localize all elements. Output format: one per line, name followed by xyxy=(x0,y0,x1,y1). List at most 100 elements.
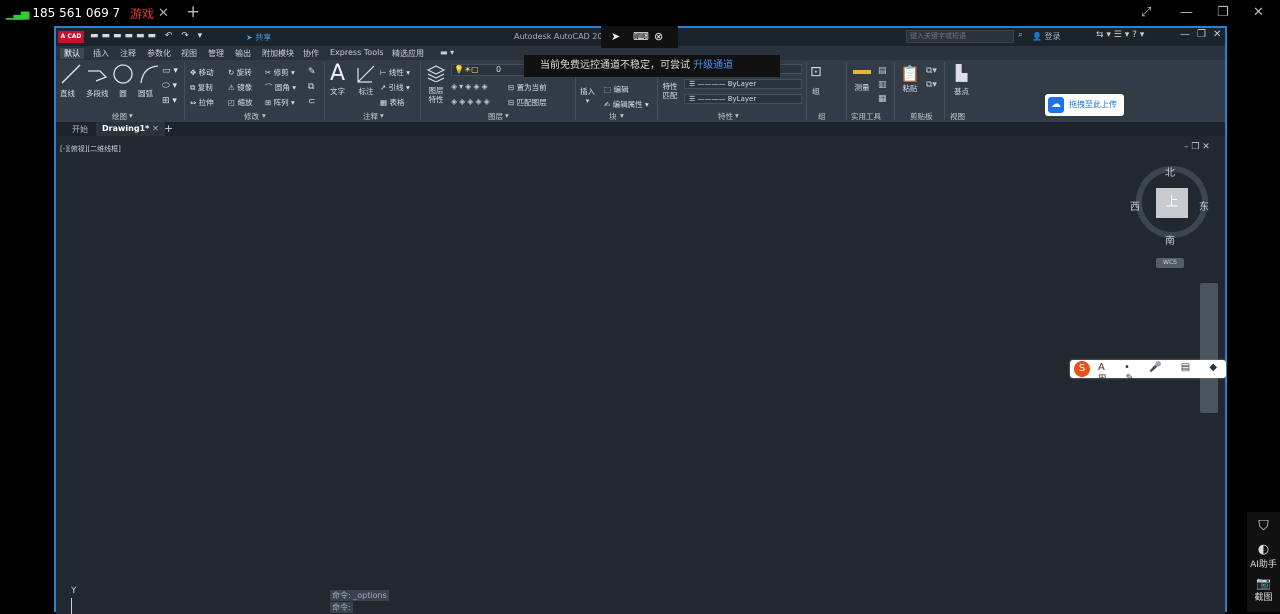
measure-tool[interactable]: 测量 xyxy=(853,64,871,93)
drawing-canvas[interactable]: [-][俯视][二维线框] – ❐ ✕ 北 南 东 西 上 WCS 命令: _o… xyxy=(56,138,1225,614)
arc-tool[interactable]: 圆弧 xyxy=(138,63,160,99)
rotate-label: 旋转 xyxy=(236,68,252,77)
trim-tool[interactable]: ✂ 修剪 ▾ xyxy=(265,65,296,80)
viewcube-east[interactable]: 东 xyxy=(1199,198,1209,213)
edit-block-tool[interactable]: ⬚ 编辑 xyxy=(604,82,649,97)
scale-tool[interactable]: ◰ 缩放 xyxy=(228,95,252,110)
draw-small-tools[interactable]: ▭ ▾ ⬭ ▾ ⊞ ▾ xyxy=(162,64,178,109)
stretch-tool[interactable]: ⇔ 拉伸 xyxy=(190,95,214,110)
chevron-down-icon[interactable]: ▾ xyxy=(129,111,133,120)
mirror-tool[interactable]: ⚠ 镜像 xyxy=(228,80,252,95)
dimension-tool[interactable]: 标注 xyxy=(356,64,376,97)
tab-start[interactable]: 开始 xyxy=(72,124,88,135)
tab-addins[interactable]: 附加模块 xyxy=(262,48,294,59)
tab-annotate[interactable]: 注释 xyxy=(120,48,136,59)
make-current-tool[interactable]: ⊟ 置为当前 xyxy=(508,82,547,93)
keyboard-icon[interactable]: ⌨ xyxy=(633,30,649,43)
pointer-icon[interactable]: ➤ xyxy=(611,30,620,43)
layer-properties-tool[interactable]: 图层特性 xyxy=(426,64,446,104)
tab-drawing1[interactable]: Drawing1* ✕ xyxy=(96,122,165,136)
tab-view[interactable]: 视图 xyxy=(181,48,197,59)
close-circle-icon[interactable]: ⊗ xyxy=(654,30,663,43)
line-tool[interactable]: 直线 xyxy=(60,63,82,99)
match-properties-tool[interactable]: 特性匹配 xyxy=(662,82,678,100)
modify-extra-tools[interactable]: ✎ ⧉ ⊂ xyxy=(308,65,316,110)
insert-block-tool[interactable]: 插入 ▾ xyxy=(580,86,595,105)
tab-default[interactable]: 默认 xyxy=(60,48,84,59)
new-tab-button[interactable]: + xyxy=(164,122,173,135)
text-tool[interactable]: A 文字 xyxy=(330,62,345,97)
camera-icon[interactable]: 📷 xyxy=(1247,576,1280,590)
copy-tool[interactable]: ⧉ 复制 xyxy=(190,80,214,95)
edit-attr-tool[interactable]: ✍ 编辑属性 ▾ xyxy=(604,97,649,112)
table-tool[interactable]: ▦ 表格 xyxy=(380,95,410,110)
clipboard-small-tools[interactable]: ⧉▾ ⧉▾ xyxy=(926,64,937,92)
close-window-icon[interactable]: ✕ xyxy=(1253,5,1264,20)
layer-tools-row2[interactable]: ◈◈◈◈◈ xyxy=(451,97,492,106)
fullscreen-icon[interactable]: ⤢ xyxy=(1141,5,1151,20)
maximize-icon[interactable]: ❐ xyxy=(1197,29,1206,40)
restore-icon[interactable]: ❐ xyxy=(1217,5,1229,20)
command-prompt[interactable]: 命令: xyxy=(330,602,353,613)
login-button[interactable]: 👤 登录 xyxy=(1032,31,1061,42)
viewport-controls[interactable]: [-][俯视][二维线框] xyxy=(60,144,121,154)
viewcube-west[interactable]: 西 xyxy=(1130,198,1140,213)
fillet-tool[interactable]: ⌒ 圆角 ▾ xyxy=(265,80,296,95)
tab-output[interactable]: 输出 xyxy=(235,48,251,59)
screenshot-label[interactable]: 截图 xyxy=(1247,590,1280,603)
tab-featured-apps[interactable]: 精选应用 xyxy=(392,48,424,59)
group-tool[interactable]: ⊡ 组 xyxy=(810,64,822,97)
viewcube-south[interactable]: 南 xyxy=(1165,232,1175,247)
quick-access-toolbar[interactable]: ▬▬▬▬▬▬ ↶ ↷ ▾ xyxy=(90,31,205,41)
layer-tools-row1[interactable]: ◈▾◈◈◈ xyxy=(451,82,490,91)
search-icon[interactable]: ⌕ xyxy=(1018,30,1023,40)
chevron-down-icon[interactable]: ▾ xyxy=(380,111,384,120)
header-tools[interactable]: ⇆ ▾ ☰ ▾ ? ▾ xyxy=(1096,30,1144,40)
chevron-down-icon[interactable]: ▾ xyxy=(620,111,624,120)
lineweight-dropdown[interactable]: ☰ ———— ByLayer xyxy=(684,94,802,104)
ribbon-options-icon[interactable]: ▬ ▾ xyxy=(440,48,454,57)
linetype-dropdown[interactable]: ☰ ———— ByLayer xyxy=(684,79,802,89)
navigation-bar[interactable] xyxy=(1200,283,1218,413)
tab-manage[interactable]: 管理 xyxy=(208,48,224,59)
ime-tools[interactable]: A • 🎤 ▤ ◆ ⊞ ✎ xyxy=(1098,362,1226,384)
search-input[interactable] xyxy=(906,30,1014,43)
utility-small-tools[interactable]: ▤ ▥ ▦ xyxy=(878,64,887,106)
upgrade-channel-link[interactable]: 升级通道 xyxy=(693,60,733,71)
viewcube-north[interactable]: 北 xyxy=(1165,164,1175,179)
viewcube-top-face[interactable]: 上 xyxy=(1156,188,1188,218)
chevron-down-icon[interactable]: ▾ xyxy=(262,111,266,120)
ai-assistant-icon[interactable]: ◐ xyxy=(1247,542,1280,557)
drag-upload-box[interactable]: ☁ 拖拽至此上传 xyxy=(1045,94,1124,116)
share-button[interactable]: ➤ 共享 xyxy=(246,32,271,43)
array-tool[interactable]: ⊞ 阵列 ▾ xyxy=(265,95,296,110)
circle-tool[interactable]: 圆 xyxy=(112,63,134,99)
close-icon[interactable]: ✕ xyxy=(158,6,169,21)
base-point-tool[interactable]: ▙ 基点 xyxy=(954,64,969,97)
tab-parametric[interactable]: 参数化 xyxy=(147,48,171,59)
ai-assistant-label[interactable]: AI助手 xyxy=(1247,557,1280,570)
chevron-down-icon[interactable]: ▾ xyxy=(505,111,509,120)
match-layer-tool[interactable]: ⊟ 匹配图层 xyxy=(508,97,547,108)
minimize-icon[interactable]: — xyxy=(1180,5,1193,20)
add-tab-button[interactable]: + xyxy=(186,2,200,22)
close-icon[interactable]: ✕ xyxy=(1213,29,1221,40)
tab-express-tools[interactable]: Express Tools xyxy=(330,48,384,57)
move-tool[interactable]: ✥ 移动 xyxy=(190,65,214,80)
minimize-icon[interactable]: — xyxy=(1180,29,1190,40)
rotate-tool[interactable]: ↻ 旋转 xyxy=(228,65,252,80)
tab-insert[interactable]: 插入 xyxy=(93,48,109,59)
shield-icon[interactable]: ⛉ xyxy=(1247,518,1280,534)
paste-tool[interactable]: 📋 粘贴 xyxy=(900,64,920,94)
chevron-down-icon[interactable]: ▾ xyxy=(735,111,739,120)
autocad-logo[interactable]: A CAD xyxy=(58,31,84,43)
wcs-menu[interactable]: WCS xyxy=(1156,258,1184,268)
polyline-tool[interactable]: 多段线 xyxy=(86,63,110,99)
linear-tool[interactable]: ⊢ 线性 ▾ xyxy=(380,65,410,80)
viewport-window-controls[interactable]: – ❐ ✕ xyxy=(1184,142,1210,152)
close-icon[interactable]: ✕ xyxy=(152,124,159,133)
tab-game[interactable]: 游戏 xyxy=(130,5,154,22)
sogou-logo-icon[interactable]: S xyxy=(1074,361,1090,377)
leader-tool[interactable]: ↗ 引线 ▾ xyxy=(380,80,410,95)
tab-collaborate[interactable]: 协作 xyxy=(303,48,319,59)
